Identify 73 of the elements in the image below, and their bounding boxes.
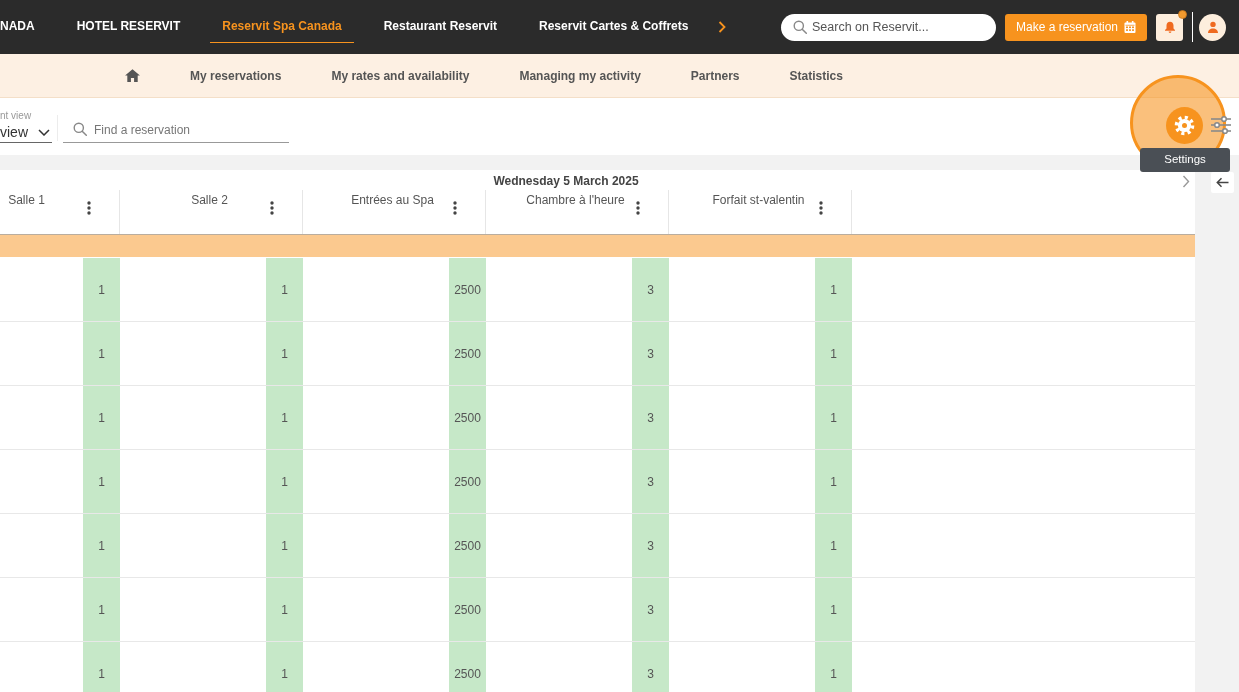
field-label: nt view (0, 110, 33, 122)
nav-tab[interactable]: Restaurant Reservit (371, 11, 510, 43)
table-cell: 1 (83, 642, 120, 692)
arrow-left-icon (1216, 177, 1229, 188)
table-cell: 1 (266, 450, 303, 513)
nav-tab[interactable]: Reservit Spa Canada (210, 11, 354, 43)
table-cell: 1 (815, 258, 852, 321)
user-icon (1206, 21, 1219, 33)
chevron-right-icon[interactable] (718, 21, 727, 33)
home-icon[interactable] (125, 69, 140, 82)
nav-link[interactable]: Managing my activity (519, 66, 641, 85)
nav-link[interactable]: Partners (690, 66, 740, 85)
table-cell: 3 (632, 258, 669, 321)
table-cell: 3 (632, 450, 669, 513)
table-cell: 1 (815, 642, 852, 692)
table-cell: 1 (266, 514, 303, 577)
kebab-icon[interactable] (453, 201, 457, 215)
table-cell: 1 (83, 322, 120, 385)
table-cell: 1 (815, 386, 852, 449)
table-cell: 3 (632, 642, 669, 692)
table-cell: 2500 (449, 258, 486, 321)
table-cell: 1 (266, 578, 303, 641)
table-cell: 3 (632, 322, 669, 385)
back-button[interactable] (1211, 172, 1234, 193)
search-field[interactable]: Search on Reservit... (781, 13, 996, 41)
nav-tab[interactable]: HOTEL RESERVIT (64, 11, 193, 43)
table-cell: 2500 (449, 386, 486, 449)
bell-icon (1163, 20, 1176, 34)
chevron-right-icon[interactable] (1182, 175, 1190, 188)
table-cell: 1 (266, 386, 303, 449)
table-cell: 1 (266, 258, 303, 321)
table-cell: 2500 (449, 450, 486, 513)
kebab-icon[interactable] (87, 201, 91, 215)
table-cell: 1 (83, 450, 120, 513)
column-header: Chambre à l'heure (526, 193, 625, 208)
tooltip: Settings (1140, 148, 1230, 172)
table-cell: 2500 (449, 514, 486, 577)
table-cell: 1 (815, 514, 852, 577)
table-cell: 1 (83, 386, 120, 449)
chevron-down-icon (38, 128, 50, 136)
table-cell: 3 (632, 578, 669, 641)
kebab-icon[interactable] (270, 201, 274, 215)
calendar-icon (1124, 21, 1136, 33)
nav-link[interactable]: My reservations (190, 66, 282, 85)
table-cell: 2500 (449, 578, 486, 641)
search-icon (73, 122, 87, 136)
nav-link[interactable]: My rates and availability (331, 66, 470, 85)
table-cell: 2500 (449, 642, 486, 692)
view-select[interactable]: view (0, 122, 52, 143)
sliders-icon[interactable] (1210, 114, 1232, 136)
table-cell: 1 (83, 514, 120, 577)
account-button[interactable] (1199, 13, 1226, 41)
nav-tab[interactable]: Reservit Cartes & Coffrets (527, 11, 701, 43)
kebab-icon[interactable] (819, 201, 823, 215)
table-cell: 1 (815, 450, 852, 513)
table-cell: 1 (815, 322, 852, 385)
column-header: Salle 1 (8, 193, 45, 208)
table-cell: 1 (266, 642, 303, 692)
table-cell: 1 (815, 578, 852, 641)
nav-link[interactable]: Statistics (789, 66, 843, 85)
date-heading: Wednesday 5 March 2025 (493, 174, 639, 188)
table-cell: 3 (632, 514, 669, 577)
table-cell: 2500 (449, 322, 486, 385)
column-header: Salle 2 (191, 193, 228, 208)
kebab-icon[interactable] (636, 201, 640, 215)
search-icon (793, 19, 807, 34)
table-cell: 1 (83, 578, 120, 641)
column-header: Forfait st-valentin (712, 193, 805, 208)
nav-tab[interactable]: NADA (0, 11, 47, 43)
column-header: Entrées au Spa (351, 193, 434, 208)
table-cell: 1 (266, 322, 303, 385)
table-cell: 3 (632, 386, 669, 449)
table-cell: 1 (83, 258, 120, 321)
